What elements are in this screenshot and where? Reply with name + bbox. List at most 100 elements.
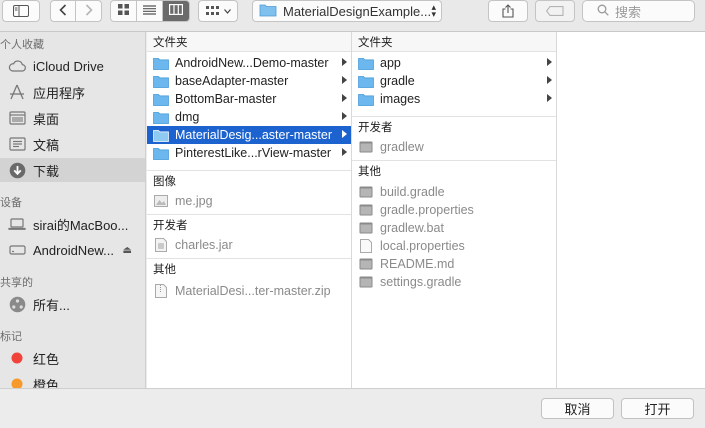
file-row[interactable]: local.properties (352, 237, 556, 255)
file-row[interactable]: build.gradle (352, 183, 556, 201)
laptop-icon (8, 215, 26, 233)
sidebar-item-icloud-drive[interactable]: iCloud Drive (0, 54, 145, 78)
jar-file-icon (153, 238, 169, 252)
sidebar-icon (13, 5, 29, 17)
document-file-icon (358, 257, 374, 271)
arrange-button[interactable] (198, 0, 238, 22)
chevron-left-icon (59, 3, 67, 19)
cloud-icon (8, 57, 26, 75)
folder-row[interactable]: dmg (147, 108, 351, 126)
share-icon (502, 4, 514, 18)
sidebar-item-macbook[interactable]: sirai的MacBoo... (0, 212, 145, 236)
sidebar: 个人收藏 iCloud Drive 应用程序 桌面 文稿 下载 设备 sirai… (0, 32, 146, 388)
open-button[interactable]: 打开 (621, 398, 694, 419)
file-row[interactable]: settings.gradle (352, 273, 556, 291)
folder-icon (153, 56, 169, 70)
chevron-right-icon (85, 3, 93, 19)
group-header-images: 图像 (147, 170, 351, 190)
sidebar-item-downloads[interactable]: 下载 (0, 158, 145, 182)
blank-file-icon (358, 239, 374, 253)
folder-icon (153, 110, 169, 124)
chevron-right-icon (342, 94, 347, 102)
grid-icon (118, 4, 129, 18)
folder-row-selected[interactable]: MaterialDesig...aster-master (147, 126, 351, 144)
drive-icon (8, 241, 26, 259)
file-row[interactable]: gradle.properties (352, 201, 556, 219)
browser-column-3 (557, 32, 705, 388)
sidebar-item-applications[interactable]: 应用程序 (0, 80, 145, 104)
search-field[interactable]: 搜索 (582, 0, 695, 22)
back-forward-group (50, 0, 102, 22)
sidebar-toggle-button[interactable] (2, 0, 40, 22)
folder-row[interactable]: images (352, 90, 556, 108)
sidebar-section-favorites: 个人收藏 (0, 39, 44, 51)
document-file-icon (358, 185, 374, 199)
folder-icon (358, 74, 374, 88)
chevron-right-icon (342, 58, 347, 66)
document-file-icon (358, 203, 374, 217)
folder-icon (153, 128, 169, 142)
sidebar-item-all-shared[interactable]: 所有... (0, 292, 145, 316)
folder-row[interactable]: gradle (352, 72, 556, 90)
zip-file-icon (153, 284, 169, 298)
downloads-icon (8, 161, 26, 179)
back-button[interactable] (51, 1, 77, 21)
group-header-other: 其他 (147, 258, 351, 278)
sidebar-section-tags: 标记 (0, 331, 22, 343)
file-row[interactable]: gradlew (352, 138, 556, 156)
updown-chevron-icon: ▴ ▾ (431, 2, 436, 19)
file-row[interactable]: me.jpg (147, 192, 351, 210)
file-row[interactable]: gradlew.bat (352, 219, 556, 237)
documents-icon (8, 135, 26, 153)
folder-icon (259, 3, 277, 20)
folder-row[interactable]: AndroidNew...Demo-master (147, 54, 351, 72)
list-view-button[interactable] (137, 1, 163, 21)
chevron-right-icon (547, 94, 552, 102)
folder-icon (153, 146, 169, 160)
chevron-down-icon (223, 8, 231, 14)
folder-icon (153, 74, 169, 88)
sidebar-item-desktop[interactable]: 桌面 (0, 106, 145, 130)
sidebar-item-documents[interactable]: 文稿 (0, 132, 145, 156)
folder-row[interactable]: PinterestLike...rView-master (147, 144, 351, 162)
forward-button[interactable] (76, 1, 101, 21)
sidebar-item-tag-orange[interactable]: 橙色 (0, 372, 145, 388)
columns-icon (169, 4, 184, 18)
eject-icon[interactable]: ⏏ (123, 245, 132, 256)
path-label: MaterialDesignExample... (283, 3, 432, 19)
sidebar-item-androidnew-drive[interactable]: AndroidNew... ⏏ (0, 238, 145, 262)
tag-button[interactable] (535, 0, 575, 22)
share-button[interactable] (488, 0, 528, 22)
chevron-right-icon (342, 112, 347, 120)
image-file-icon (153, 194, 169, 208)
file-row[interactable]: MaterialDesi...ter-master.zip (147, 282, 351, 300)
file-row[interactable]: README.md (352, 255, 556, 273)
group-header-other: 其他 (352, 160, 556, 180)
chevron-right-icon (547, 76, 552, 84)
toolbar: MaterialDesignExample... ▴ ▾ 搜索 (0, 0, 705, 32)
sidebar-item-tag-red[interactable]: 红色 (0, 346, 145, 370)
folder-row[interactable]: app (352, 54, 556, 72)
group-header-developer: 开发者 (147, 214, 351, 234)
document-file-icon (358, 221, 374, 235)
icon-view-button[interactable] (111, 1, 137, 21)
folder-icon (153, 92, 169, 106)
document-file-icon (358, 275, 374, 289)
chevron-right-icon (342, 76, 347, 84)
group-grid-icon (205, 6, 220, 16)
column-view-button[interactable] (163, 1, 189, 21)
cancel-button[interactable]: 取消 (541, 398, 614, 419)
folder-row[interactable]: BottomBar-master (147, 90, 351, 108)
path-popup[interactable]: MaterialDesignExample... ▴ ▾ (252, 0, 442, 22)
applications-icon (8, 83, 26, 101)
file-row[interactable]: charles.jar (147, 236, 351, 254)
search-placeholder: 搜索 (615, 4, 642, 20)
dialog-footer: 取消 打开 (0, 388, 705, 428)
folder-row[interactable]: baseAdapter-master (147, 72, 351, 90)
search-icon (597, 4, 609, 19)
column-header-folders: 文件夹 (147, 32, 351, 52)
network-icon (8, 295, 26, 313)
browser-column-1: 文件夹 AndroidNew...Demo-master baseAdapter… (147, 32, 352, 388)
open-file-dialog: MaterialDesignExample... ▴ ▾ 搜索 个人收藏 iClo… (0, 0, 705, 428)
tag-dot-icon (8, 375, 26, 388)
